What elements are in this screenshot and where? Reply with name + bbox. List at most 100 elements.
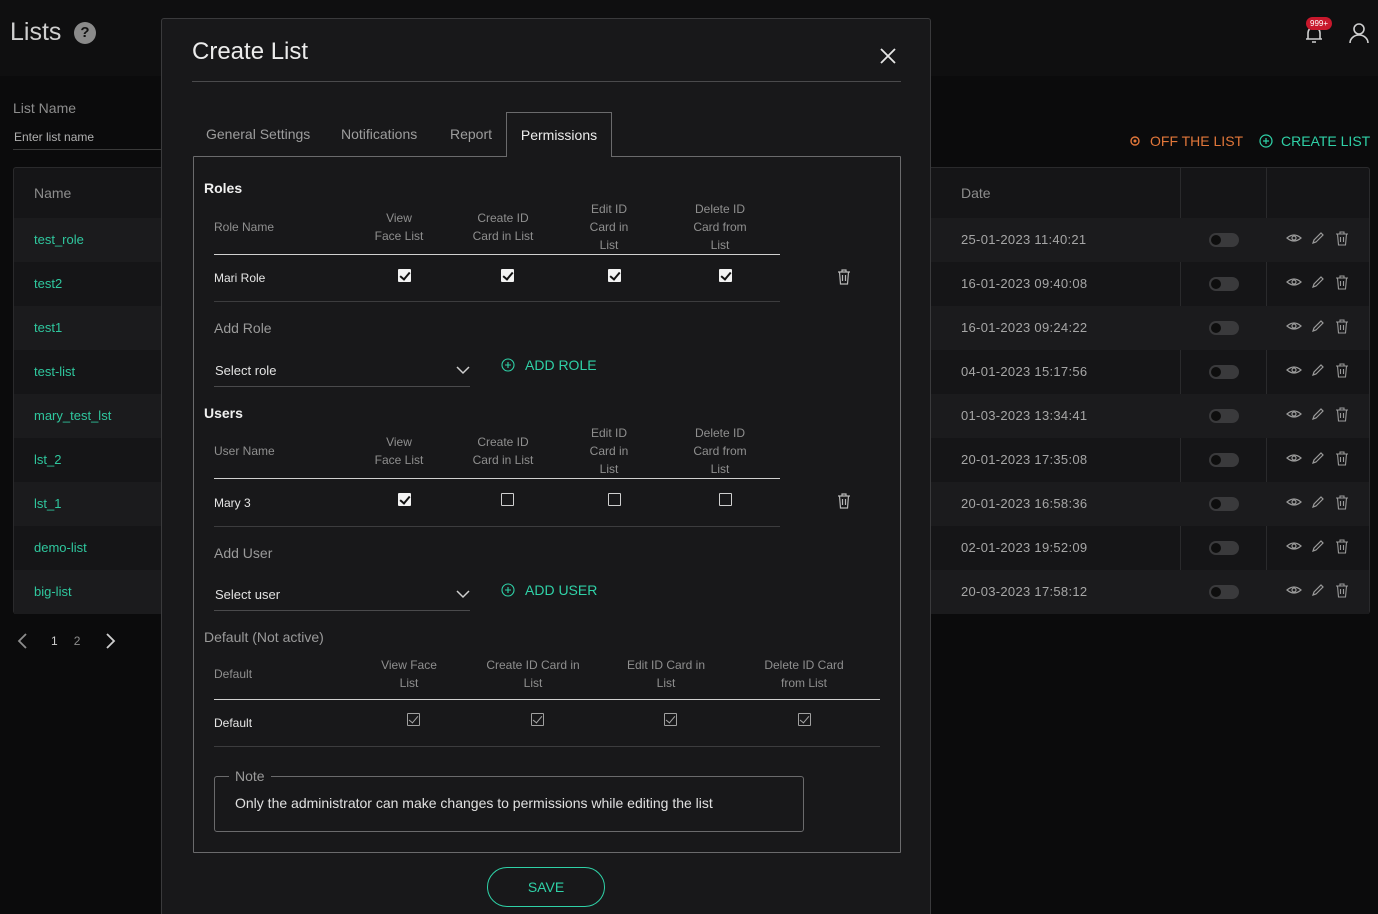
chevron-right-icon[interactable] [100,630,120,652]
eye-icon[interactable] [1286,274,1302,290]
users-row-divider [214,526,780,527]
view-face-list-header: View Face List [374,211,424,243]
pencil-icon[interactable] [1310,318,1326,334]
user-delete-checkbox[interactable] [719,493,732,506]
trash-icon[interactable] [1334,406,1350,422]
pencil-icon[interactable] [1310,538,1326,554]
user-name-header: User Name [214,444,275,458]
eye-icon[interactable] [1286,362,1302,378]
list-active-toggle[interactable] [1209,453,1239,467]
modal-title: Create List [192,38,309,65]
list-active-toggle[interactable] [1209,409,1239,423]
list-active-toggle[interactable] [1209,277,1239,291]
eye-icon[interactable] [1286,538,1302,554]
select-role-dropdown[interactable]: Select role [214,353,470,387]
list-name-link[interactable]: test2 [34,276,62,291]
list-name-link[interactable]: test-list [34,364,75,379]
user-edit-checkbox[interactable] [608,493,621,506]
list-active-toggle[interactable] [1209,497,1239,511]
list-active-toggle[interactable] [1209,321,1239,335]
eye-icon[interactable] [1286,318,1302,334]
save-button[interactable]: SAVE [487,867,605,907]
role-view-checkbox[interactable] [398,269,411,282]
default-edit-header: Edit ID Card in List [626,658,706,690]
edit-id-card-header: Edit ID Card in List [589,426,629,476]
add-role-button[interactable]: ADD ROLE [501,357,597,373]
select-role-value: Select role [215,363,277,378]
pencil-icon[interactable] [1310,450,1326,466]
list-name-link[interactable]: big-list [34,584,72,599]
eye-icon[interactable] [1286,494,1302,510]
role-create-checkbox[interactable] [501,269,514,282]
list-name-link[interactable]: lst_1 [34,496,61,511]
list-name-filter-input[interactable] [13,124,161,150]
create-list-button[interactable]: CREATE LIST [1259,133,1370,149]
list-name-filter-label: List Name [13,100,77,116]
trash-icon[interactable] [1334,318,1350,334]
eye-icon[interactable] [1286,230,1302,246]
list-active-toggle[interactable] [1209,233,1239,247]
user-view-checkbox[interactable] [398,493,411,506]
list-date: 04-01-2023 15:17:56 [961,364,1088,379]
trash-icon[interactable] [1334,494,1350,510]
page-1-link[interactable]: 1 [51,634,58,648]
pencil-icon[interactable] [1310,582,1326,598]
list-name-link[interactable]: test_role [34,232,84,247]
trash-icon[interactable] [1334,274,1350,290]
list-active-toggle[interactable] [1209,541,1239,555]
help-icon[interactable]: ? [74,22,96,44]
default-create-checkbox [531,713,544,726]
user-icon[interactable] [1348,22,1370,44]
modal-divider [192,81,901,82]
chevron-down-icon [456,590,470,599]
create-list-label: CREATE LIST [1281,133,1371,149]
off-the-list-button[interactable]: OFF THE LIST [1128,133,1243,149]
pencil-icon[interactable] [1310,230,1326,246]
role-name-header: Role Name [214,220,275,234]
trash-icon[interactable] [837,493,851,509]
list-name-link[interactable]: demo-list [34,540,87,555]
close-icon[interactable] [878,46,898,66]
role-delete-checkbox[interactable] [719,269,732,282]
user-name-cell: Mary 3 [214,496,251,510]
pencil-icon[interactable] [1310,406,1326,422]
add-user-button[interactable]: ADD USER [501,582,597,598]
pencil-icon[interactable] [1310,362,1326,378]
list-date: 01-03-2023 13:34:41 [961,408,1088,423]
tab-general-settings[interactable]: General Settings [206,126,310,142]
trash-icon[interactable] [1334,450,1350,466]
eye-icon[interactable] [1286,450,1302,466]
eye-icon[interactable] [1286,582,1302,598]
list-date: 20-01-2023 17:35:08 [961,452,1088,467]
pencil-icon[interactable] [1310,274,1326,290]
trash-icon[interactable] [837,269,851,285]
create-id-card-header: Create ID Card in List [472,211,534,243]
chevron-down-icon [456,366,470,375]
list-name-link[interactable]: mary_test_lst [34,408,111,423]
user-create-checkbox[interactable] [501,493,514,506]
page-2-link[interactable]: 2 [74,634,81,648]
tab-notifications[interactable]: Notifications [341,126,417,142]
list-name-link[interactable]: test1 [34,320,62,335]
pencil-icon[interactable] [1310,494,1326,510]
chevron-left-icon[interactable] [13,630,33,652]
role-edit-checkbox[interactable] [608,269,621,282]
trash-icon[interactable] [1334,582,1350,598]
list-name-link[interactable]: lst_2 [34,452,61,467]
trash-icon[interactable] [1334,538,1350,554]
eye-icon[interactable] [1286,406,1302,422]
tab-permissions[interactable]: Permissions [506,112,612,157]
select-user-dropdown[interactable]: Select user [214,577,470,611]
list-active-toggle[interactable] [1209,365,1239,379]
role-name-cell: Mari Role [214,271,266,285]
roles-section-title: Roles [204,180,243,196]
add-role-button-label: ADD ROLE [525,357,597,373]
default-delete-header: Delete ID Card from List [764,658,844,690]
list-active-toggle[interactable] [1209,585,1239,599]
tab-report[interactable]: Report [450,126,492,142]
note-text: Only the administrator can make changes … [235,795,713,811]
default-header-divider [214,699,880,700]
trash-icon[interactable] [1334,362,1350,378]
list-date: 25-01-2023 11:40:21 [961,232,1087,247]
trash-icon[interactable] [1334,230,1350,246]
